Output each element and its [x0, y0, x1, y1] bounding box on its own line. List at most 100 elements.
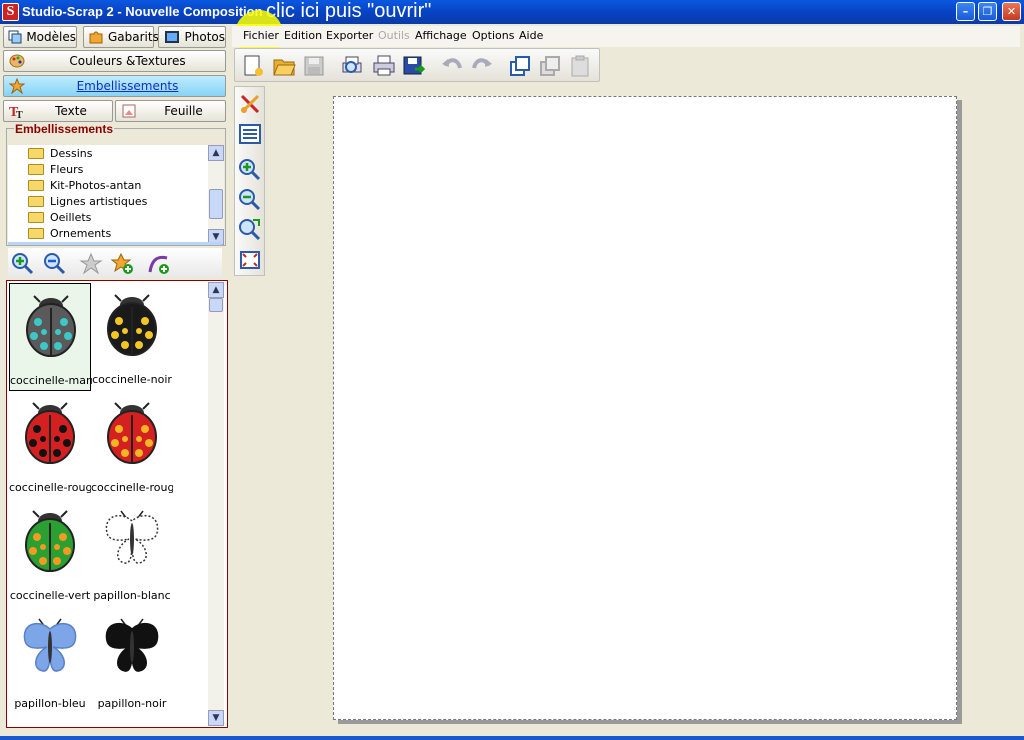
folder-label: Ornements: [50, 226, 112, 240]
menu-edition[interactable]: Edition: [284, 29, 322, 42]
tab-modeles[interactable]: Modèles: [3, 26, 77, 48]
tree-scrollbar[interactable]: ▲ ▼: [208, 145, 224, 245]
gallery-item[interactable]: papillon-bleu: [9, 607, 91, 715]
folder-icon: [28, 147, 44, 159]
gallery-item-caption: papillon-blanc: [93, 589, 171, 602]
add-star-icon[interactable]: [110, 251, 136, 277]
instruction-annotation: clic ici puis "ouvrir": [266, 0, 432, 22]
save-export-icon[interactable]: [401, 53, 427, 79]
folder-icon: [28, 195, 44, 207]
gallery-scroll-thumb[interactable]: [209, 298, 223, 312]
undo-icon[interactable]: [439, 53, 465, 79]
zoom-in-icon[interactable]: [10, 251, 36, 277]
folder-item[interactable]: Lignes artistiques: [8, 193, 208, 209]
tools-icon[interactable]: [237, 91, 263, 117]
star-icon: [8, 78, 26, 94]
tab-texte[interactable]: TT Texte: [3, 100, 113, 122]
restore-button[interactable]: ❐: [978, 2, 997, 21]
folder-icon: [28, 211, 44, 223]
scroll-thumb[interactable]: [209, 189, 223, 219]
sheet-icon: [120, 103, 138, 119]
gallery-item-caption: coccinelle-roug: [91, 481, 173, 494]
gallery-toolbar: [8, 248, 222, 278]
tab-modeles-label: Modèles: [26, 30, 76, 44]
gallery-item[interactable]: coccinelle-roug: [91, 391, 173, 499]
minimize-button[interactable]: –: [956, 2, 975, 21]
print-icon[interactable]: [371, 53, 397, 79]
folder-tree[interactable]: Dessins Fleurs Kit-Photos-antan Lignes arti…: [8, 145, 208, 245]
tab-photos[interactable]: Photos: [158, 26, 226, 48]
print-preview-icon[interactable]: [339, 53, 365, 79]
paste-layer-disabled-icon[interactable]: [537, 53, 563, 79]
menu-outils[interactable]: Outils: [378, 29, 410, 42]
ladybug-brown-icon: [26, 295, 76, 357]
tab-feuille[interactable]: Feuille: [115, 100, 226, 122]
menu-exporter[interactable]: Exporter: [326, 29, 373, 42]
copy-icon[interactable]: [507, 53, 533, 79]
group-title: Embellissements: [14, 122, 115, 136]
folder-label: Dessins: [50, 146, 93, 160]
canvas-zoom-in-icon[interactable]: [237, 157, 263, 183]
tab-couleurs-textures[interactable]: Couleurs &Textures: [3, 50, 226, 72]
menu-bar: Fichier Edition Exporter Outils Affichag…: [232, 26, 1020, 47]
taskbar-edge: [0, 736, 1024, 740]
scroll-up-arrow[interactable]: ▲: [208, 145, 224, 161]
folder-item[interactable]: Oeillets: [8, 209, 208, 225]
tab-gabarits[interactable]: Gabarits: [83, 26, 159, 48]
menu-aide[interactable]: Aide: [519, 29, 543, 42]
ladybug-black-icon: [107, 294, 157, 356]
gallery-item[interactable]: coccinelle-marr: [9, 283, 92, 391]
vertical-toolbar: [234, 86, 265, 276]
folder-item[interactable]: Dessins: [8, 145, 208, 161]
tab-texte-label: Texte: [55, 104, 87, 118]
gallery-item[interactable]: coccinelle-vert: [9, 499, 91, 607]
menu-options[interactable]: Options: [472, 29, 514, 42]
tab-embellissements-label: Embellissements: [76, 79, 179, 93]
gallery-item-caption: coccinelle-vert: [9, 589, 91, 602]
gallery-item-caption: coccinelle-marr: [10, 374, 92, 387]
zoom-fit-icon[interactable]: [237, 217, 263, 243]
gallery-scrollbar[interactable]: ▲ ▼: [208, 282, 224, 726]
gallery-scroll-down-arrow[interactable]: ▼: [208, 710, 224, 726]
tab-embellissements[interactable]: Embellissements: [3, 75, 226, 97]
folder-label: Lignes artistiques: [50, 194, 148, 208]
save-disabled-icon[interactable]: [301, 53, 327, 79]
redo-icon[interactable]: [469, 53, 495, 79]
add-curve-icon[interactable]: [146, 251, 172, 277]
new-document-icon[interactable]: [240, 53, 266, 79]
gallery-item[interactable]: coccinelle-noir: [91, 283, 173, 391]
folder-label: Oeillets: [50, 210, 92, 224]
butterfly-black-icon: [105, 618, 159, 672]
canvas-zoom-out-icon[interactable]: [237, 187, 263, 213]
app-icon[interactable]: S: [2, 3, 19, 21]
splitter[interactable]: [8, 242, 222, 245]
tab-couleurs-label: Couleurs &Textures: [69, 54, 186, 68]
ladybug-red-yellow-icon: [107, 402, 157, 464]
gallery-item-caption: papillon-bleu: [14, 697, 86, 710]
open-folder-icon[interactable]: [271, 53, 297, 79]
tab-gabarits-label: Gabarits: [108, 30, 159, 44]
gallery-scroll-up-arrow[interactable]: ▲: [208, 282, 224, 298]
folder-item[interactable]: Kit-Photos-antan: [8, 177, 208, 193]
fullscreen-icon[interactable]: [237, 247, 263, 273]
layers-list-icon[interactable]: [237, 121, 263, 147]
zoom-out-icon[interactable]: [42, 251, 68, 277]
templates-icon: [8, 29, 22, 45]
menu-fichier[interactable]: Fichier: [243, 29, 279, 42]
text-icon: TT: [8, 103, 26, 119]
close-button[interactable]: ✕: [1002, 2, 1021, 21]
star-disabled-icon[interactable]: [78, 251, 104, 277]
folder-item[interactable]: Ornements: [8, 225, 208, 241]
menu-affichage[interactable]: Affichage: [415, 29, 467, 42]
svg-text:T: T: [16, 110, 23, 119]
composition-canvas[interactable]: [333, 96, 957, 720]
clipboard-disabled-icon[interactable]: [567, 53, 593, 79]
embellishment-gallery[interactable]: ▲ ▼ coccinelle-marr coccinelle-noir coccin…: [6, 280, 228, 728]
folder-label: Fleurs: [50, 162, 84, 176]
tab-feuille-label: Feuille: [164, 104, 203, 118]
gallery-item[interactable]: coccinelle-roug: [9, 391, 91, 499]
gallery-item[interactable]: papillon-noir: [91, 607, 173, 715]
folder-icon: [28, 179, 44, 191]
gallery-item[interactable]: papillon-blanc: [91, 499, 173, 607]
folder-item[interactable]: Fleurs: [8, 161, 208, 177]
